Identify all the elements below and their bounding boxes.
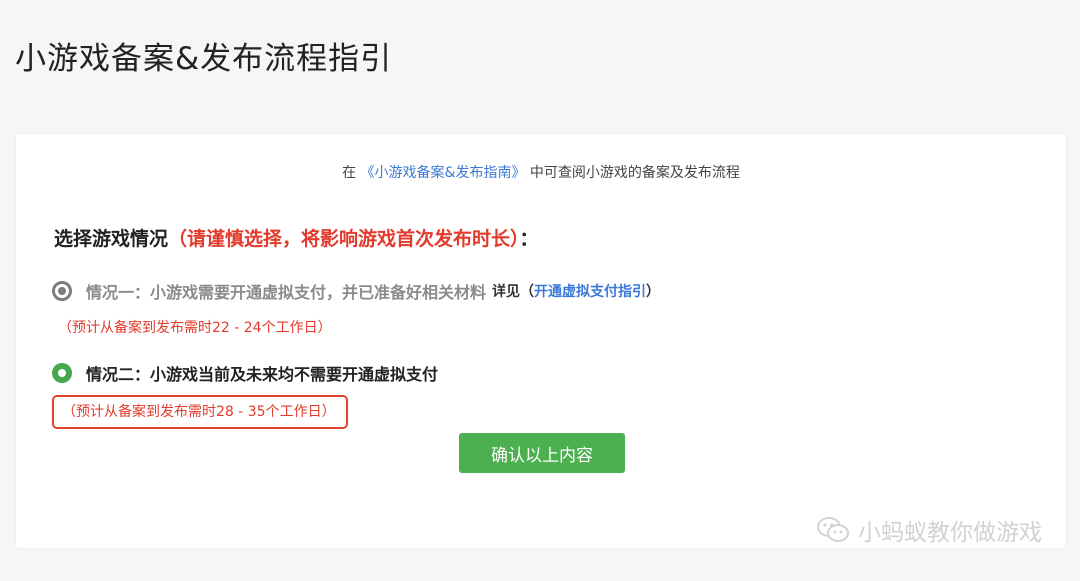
intro-prefix: 在	[342, 165, 357, 181]
section-warning: （请谨慎选择，将影响游戏首次发布时长）	[168, 228, 520, 250]
wechat-icon	[817, 517, 849, 542]
radio-dot-icon	[58, 369, 66, 377]
option-2[interactable]: 情况二：小游戏当前及未来均不需要开通虚拟支付	[52, 361, 438, 385]
option-2-label: 情况二：小游戏当前及未来均不需要开通虚拟支付	[86, 365, 439, 384]
option-2-estimate: （预计从备案到发布需时28 - 35个工作日）	[52, 395, 348, 429]
option-2-radio[interactable]	[52, 363, 72, 383]
guide-link[interactable]: 《小游戏备案&发布指南》	[361, 165, 526, 181]
section-title: 选择游戏情况（请谨慎选择，将影响游戏首次发布时长）：	[54, 224, 539, 251]
virtual-payment-guide-link[interactable]: 开通虚拟支付指引	[534, 284, 646, 300]
option-1-radio[interactable]	[52, 281, 72, 301]
section-title-colon: ：	[519, 228, 539, 250]
detail-prefix: 详见（	[492, 284, 535, 300]
page-title: 小游戏备案&发布流程指引	[15, 40, 393, 77]
watermark: 小蚂蚁教你做游戏	[816, 513, 1042, 547]
option-1-detail: 详见（开通虚拟支付指引）	[492, 281, 660, 301]
intro-suffix: 中可查阅小游戏的备案及发布流程	[529, 165, 740, 181]
option-1[interactable]: 情况一：小游戏需要开通虚拟支付，并已准备好相关材料 详见（开通虚拟支付指引）	[52, 279, 660, 303]
option-1-label: 情况一：小游戏需要开通虚拟支付，并已准备好相关材料	[86, 283, 487, 302]
radio-dot-icon	[58, 287, 66, 295]
guide-card: 在 《小游戏备案&发布指南》 中可查阅小游戏的备案及发布流程 选择游戏情况（请谨…	[16, 134, 1066, 548]
detail-suffix: ）	[646, 284, 661, 300]
option-1-estimate: （预计从备案到发布需时22 - 24个工作日）	[58, 320, 332, 336]
section-title-label: 选择游戏情况	[54, 228, 169, 250]
watermark-text: 小蚂蚁教你做游戏	[858, 520, 1042, 546]
intro-text: 在 《小游戏备案&发布指南》 中可查阅小游戏的备案及发布流程	[16, 162, 1066, 182]
confirm-button[interactable]: 确认以上内容	[459, 433, 625, 473]
